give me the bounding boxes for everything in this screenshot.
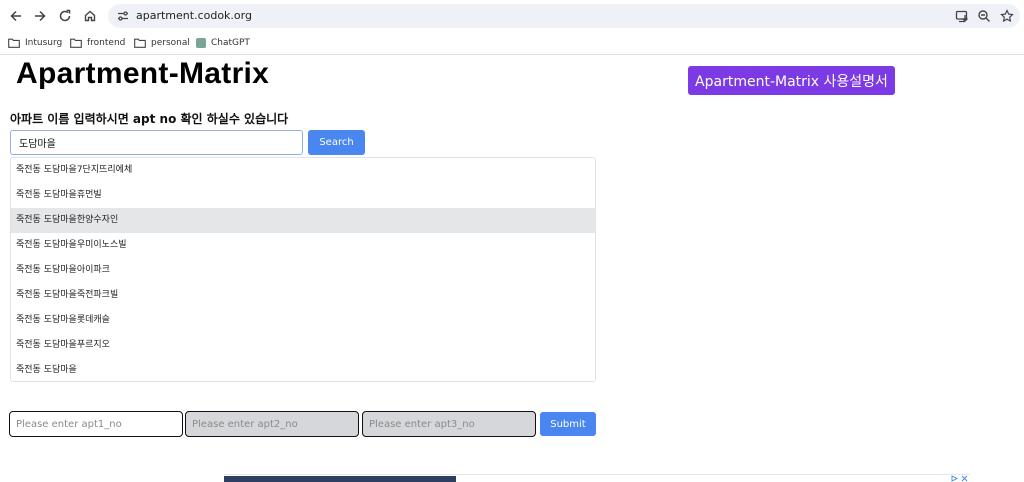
suggestion-item[interactable]: 죽전동 도담마을롯데캐슬 [11, 308, 595, 333]
ad-image[interactable] [224, 476, 456, 482]
suggestion-item[interactable]: 죽전동 도담마을7단지뜨리에체 [11, 158, 595, 183]
bookmarks-bar: Intusurg frontend personal ChatGPT [0, 33, 1024, 55]
page-title: Apartment-Matrix [16, 57, 270, 90]
folder-icon [134, 38, 146, 48]
suggestion-item-highlighted[interactable]: 죽전동 도담마을한양수자인 [11, 208, 595, 233]
bookmark-label: personal [151, 38, 190, 48]
folder-icon [70, 38, 82, 48]
manual-button[interactable]: Apartment-Matrix 사용설명서 [688, 66, 895, 95]
apt3-no-input[interactable] [362, 411, 536, 437]
bookmark-frontend[interactable]: frontend [70, 36, 125, 50]
forward-icon[interactable] [30, 6, 50, 26]
bookmark-label: ChatGPT [211, 38, 250, 48]
folder-icon [8, 38, 20, 48]
submit-button[interactable]: Submit [540, 412, 596, 436]
bookmark-label: Intusurg [25, 38, 63, 48]
suggestion-item[interactable]: 죽전동 도담마을죽전파크빌 [11, 283, 595, 308]
bookmark-intusurg[interactable]: Intusurg [8, 36, 62, 50]
bookmark-star-icon[interactable] [999, 8, 1015, 24]
suggestion-item[interactable]: 죽전동 도담마을푸르지오 [11, 333, 595, 358]
reload-icon[interactable] [55, 6, 75, 26]
bookmark-personal[interactable]: personal [134, 36, 190, 50]
chatgpt-icon [196, 38, 206, 48]
search-button[interactable]: Search [308, 130, 365, 155]
bookmark-label: frontend [87, 38, 126, 48]
back-icon[interactable] [6, 6, 26, 26]
home-icon[interactable] [80, 6, 100, 26]
browser-toolbar: apartment.codok.org [0, 0, 1024, 33]
suggestion-item[interactable]: 죽전동 도담마을우미이노스빌 [11, 233, 595, 258]
bookmark-chatgpt[interactable]: ChatGPT [196, 36, 250, 50]
zoom-icon[interactable] [976, 8, 992, 24]
apartment-search-input[interactable] [10, 130, 303, 155]
apt1-no-input[interactable] [9, 411, 183, 437]
suggestion-item[interactable]: 죽전동 도담마을아이파크 [11, 258, 595, 283]
apt2-no-input[interactable] [185, 411, 359, 437]
url-text[interactable]: apartment.codok.org [136, 9, 252, 23]
suggestion-list: 죽전동 도담마을7단지뜨리에체 죽전동 도담마을휴먼빌 죽전동 도담마을한양수자… [10, 157, 596, 382]
suggestion-item[interactable]: 죽전동 도담마을 [11, 358, 595, 381]
instruction-text: 아파트 이름 입력하시면 apt no 확인 하실수 있습니다 [10, 112, 289, 126]
suggestion-item[interactable]: 죽전동 도담마을휴먼빌 [11, 183, 595, 208]
site-settings-icon[interactable] [115, 8, 131, 24]
address-bar[interactable]: apartment.codok.org [108, 4, 1020, 28]
install-app-icon[interactable] [954, 8, 970, 24]
